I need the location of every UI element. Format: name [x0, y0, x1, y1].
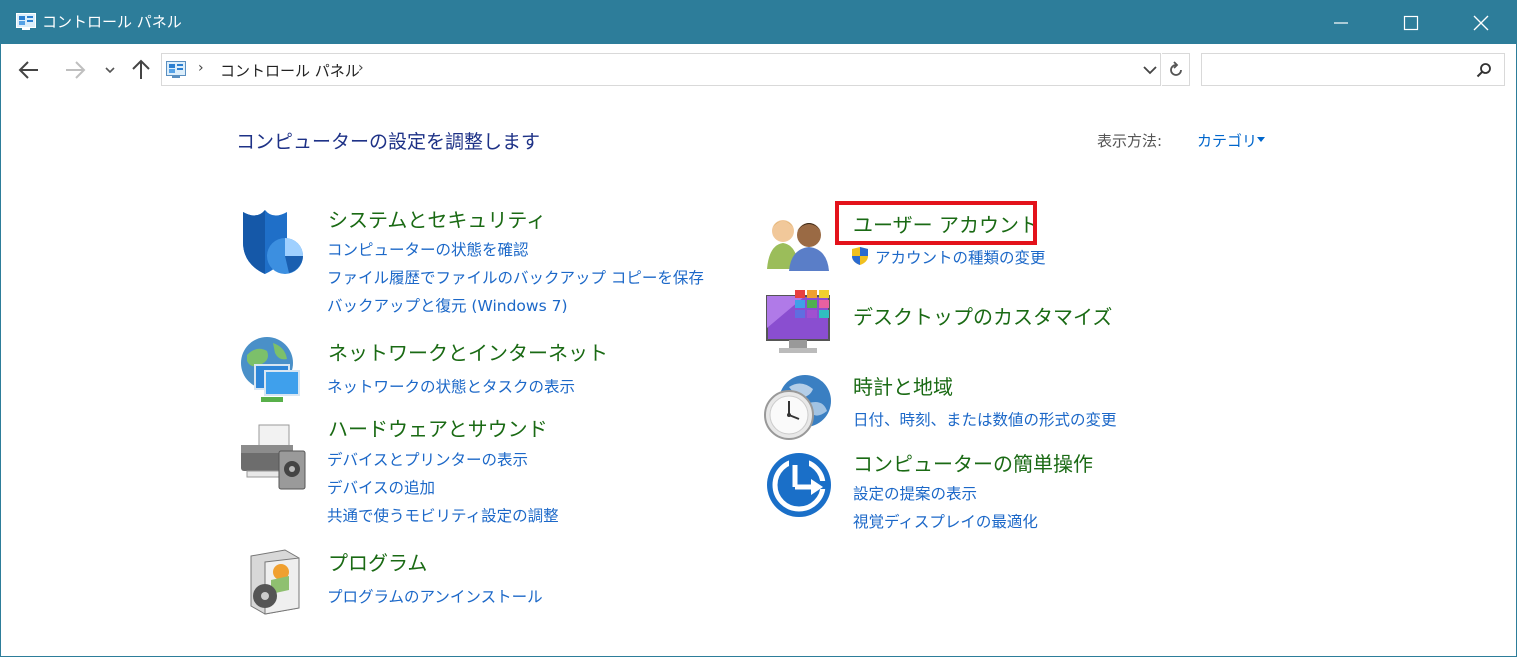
window-title: コントロール パネル [42, 13, 182, 31]
minimize-icon [1334, 22, 1348, 24]
category-title-clock-region[interactable]: 時計と地域 [853, 371, 953, 400]
view-by: 表示方法: カテゴリ [1097, 130, 1265, 151]
category-title-desktop-customize[interactable]: デスクトップのカスタマイズ [853, 301, 1112, 330]
link-check-computer-status[interactable]: コンピューターの状態を確認 [327, 238, 529, 260]
ease-of-access-icon[interactable] [765, 451, 833, 519]
up-arrow-icon[interactable] [129, 57, 153, 81]
link-optimize-visual-display[interactable]: 視覚ディスプレイの最適化 [853, 510, 1038, 532]
link-settings-suggestions[interactable]: 設定の提案の表示 [853, 482, 977, 504]
page-heading: コンピューターの設定を調整します [236, 131, 541, 153]
link-date-time-number-format[interactable]: 日付、時刻、または数値の形式の変更 [853, 408, 1117, 430]
link-change-account-type[interactable]: アカウントの種類の変更 [875, 246, 1046, 268]
recent-locations-chevron-icon[interactable] [103, 61, 117, 79]
category-title-hardware-sound[interactable]: ハードウェアとサウンド [328, 413, 548, 442]
control-panel-window: コントロール パネル › コントロール パネル › コンピューターの設定を調整し… [0, 0, 1517, 657]
link-mobility-settings[interactable]: 共通で使うモビリティ設定の調整 [327, 504, 559, 526]
category-title-network-internet[interactable]: ネットワークとインターネット [328, 337, 608, 366]
breadcrumb-separator[interactable]: › [198, 60, 204, 76]
search-box[interactable] [1201, 53, 1505, 86]
network-globe-icon[interactable] [237, 335, 309, 407]
refresh-icon [1170, 61, 1182, 76]
category-title-ease-of-access[interactable]: コンピューターの簡単操作 [853, 448, 1093, 477]
link-devices-printers[interactable]: デバイスとプリンターの表示 [327, 448, 528, 470]
category-title-programs[interactable]: プログラム [328, 547, 427, 576]
printer-icon[interactable] [237, 421, 309, 493]
close-icon [1473, 15, 1489, 31]
view-by-dropdown[interactable]: カテゴリ [1197, 130, 1257, 151]
clock-globe-icon[interactable] [761, 373, 833, 441]
link-add-device[interactable]: デバイスの追加 [327, 476, 435, 498]
close-button[interactable] [1446, 1, 1516, 44]
address-bar[interactable]: › コントロール パネル › [161, 53, 1161, 86]
maximize-button[interactable] [1376, 1, 1446, 44]
back-arrow-icon[interactable] [17, 59, 41, 81]
forward-arrow-icon[interactable] [63, 59, 87, 81]
users-icon[interactable] [765, 213, 835, 273]
minimize-button[interactable] [1306, 1, 1376, 44]
control-panel-icon [16, 13, 36, 30]
link-file-history-backup[interactable]: ファイル履歴でファイルのバックアップ コピーを保存 [327, 266, 704, 288]
refresh-button[interactable] [1162, 53, 1190, 86]
view-by-caret-icon[interactable] [1257, 137, 1265, 142]
desktop-monitor-icon[interactable] [765, 288, 837, 356]
link-uninstall-program[interactable]: プログラムのアンインストール [327, 585, 543, 607]
shield-icon[interactable] [237, 206, 309, 278]
link-backup-restore[interactable]: バックアップと復元 (Windows 7) [327, 294, 568, 316]
search-input[interactable] [1208, 58, 1468, 82]
view-by-label: 表示方法: [1097, 132, 1163, 150]
link-network-status-tasks[interactable]: ネットワークの状態とタスクの表示 [327, 375, 575, 397]
breadcrumb-separator[interactable]: › [358, 60, 364, 76]
program-box-icon[interactable] [245, 546, 305, 616]
category-title-system-security[interactable]: システムとセキュリティ [328, 204, 546, 233]
search-icon[interactable] [1476, 62, 1492, 78]
title-bar: コントロール パネル [1, 1, 1516, 44]
uac-shield-icon [852, 247, 868, 265]
address-dropdown-chevron-icon[interactable] [1142, 63, 1158, 77]
maximize-icon [1403, 15, 1419, 31]
navigation-bar: › コントロール パネル › [1, 44, 1516, 96]
highlight-box [835, 201, 1037, 245]
breadcrumb-control-panel[interactable]: コントロール パネル [220, 60, 360, 81]
control-panel-icon [166, 61, 186, 78]
